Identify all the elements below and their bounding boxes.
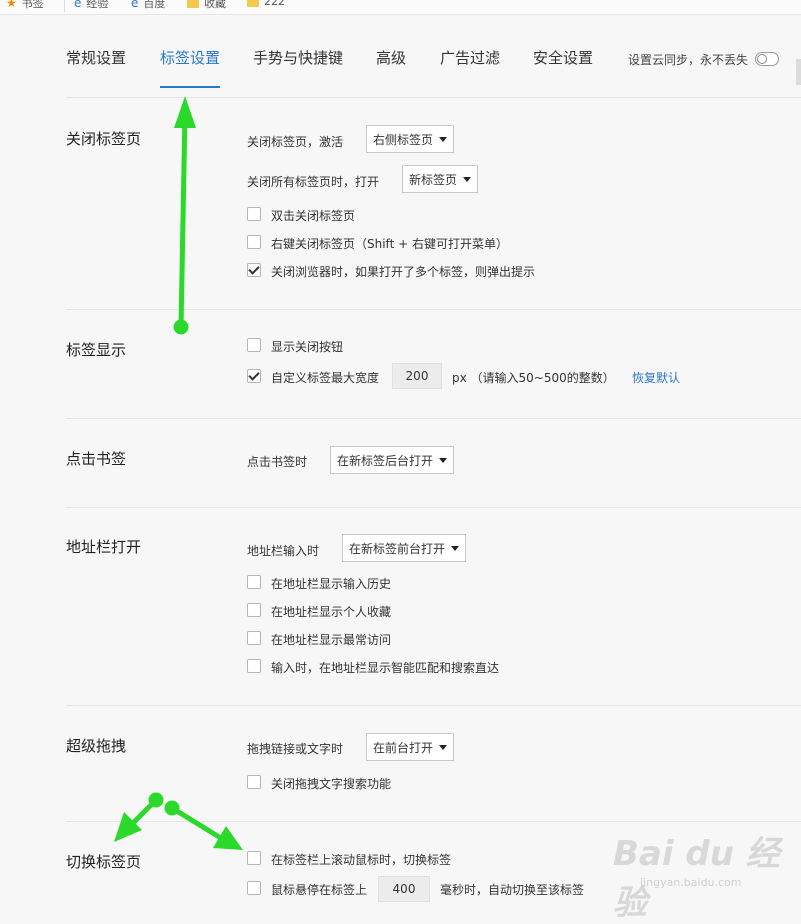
annotation-arrow-right bbox=[169, 805, 227, 843]
annotation-dot bbox=[148, 792, 164, 808]
annotation-arrow-up bbox=[178, 109, 188, 330]
annotation-arrows bbox=[114, 96, 243, 850]
annotation-dot bbox=[173, 319, 189, 335]
annotation-arrowhead bbox=[174, 96, 196, 128]
annotation-dot bbox=[164, 800, 180, 816]
